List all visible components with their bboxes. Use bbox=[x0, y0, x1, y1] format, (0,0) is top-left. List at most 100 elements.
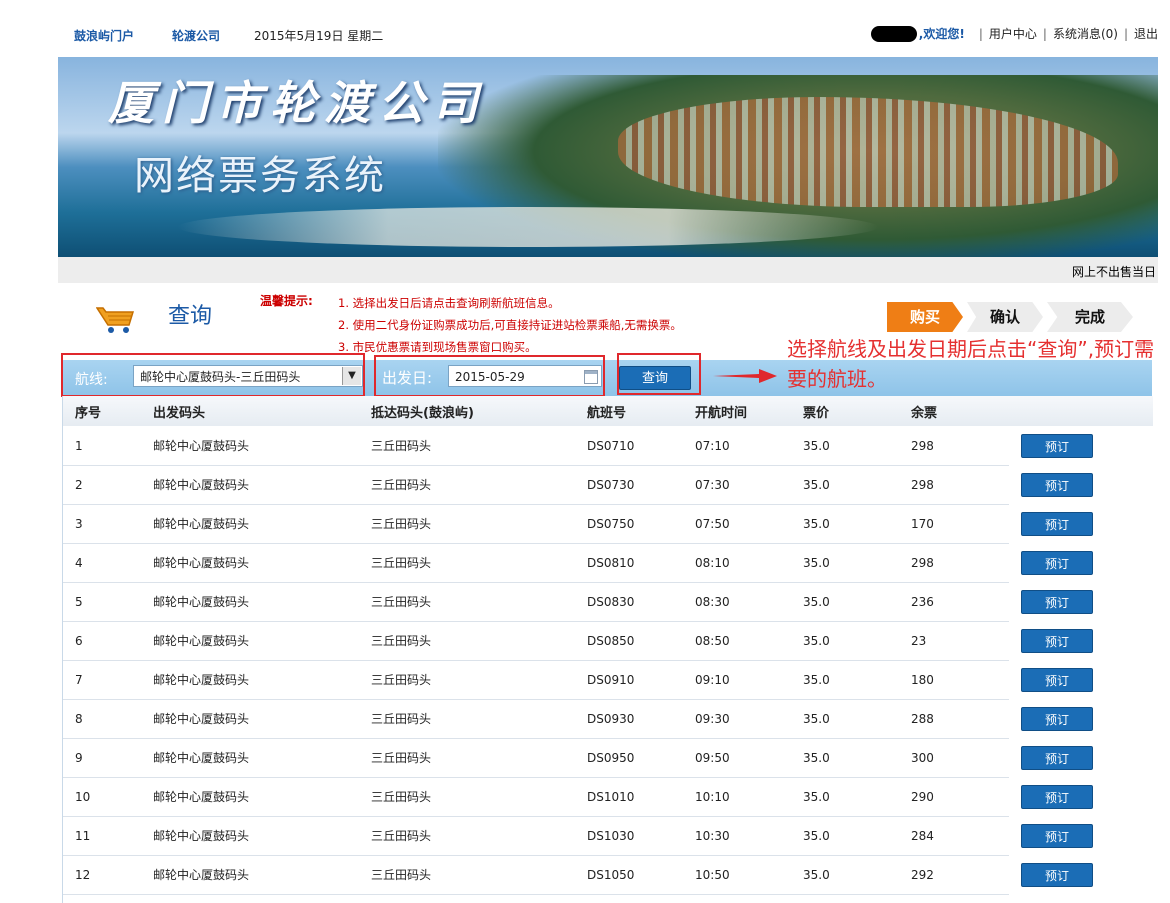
table-row: 5 邮轮中心厦鼓码头 三丘田码头 DS0830 08:30 35.0 236 bbox=[63, 582, 1009, 622]
query-title: 查询 bbox=[168, 304, 213, 329]
cell-index: 1 bbox=[75, 438, 83, 453]
route-select[interactable]: 邮轮中心厦鼓码头-三丘田码头 ▼ bbox=[133, 365, 363, 387]
cell-arrive: 三丘田码头 bbox=[371, 478, 432, 492]
logout-link[interactable]: 退出 bbox=[1134, 25, 1158, 42]
book-button[interactable]: 预订 bbox=[1021, 629, 1093, 653]
cell-index: 12 bbox=[75, 867, 91, 882]
banner-subtitle: 网络票务系统 bbox=[134, 153, 386, 199]
cell-index: 5 bbox=[75, 594, 83, 609]
cell-arrive: 三丘田码头 bbox=[371, 751, 432, 765]
tip-item: 2. 使用二代身份证购票成功后,可直接持证进站检票乘船,无需换票。 bbox=[338, 318, 682, 332]
tips-label: 温馨提示: bbox=[260, 294, 313, 308]
cell-price: 35.0 bbox=[803, 633, 830, 648]
book-button[interactable]: 预订 bbox=[1021, 434, 1093, 458]
arrow-right-icon bbox=[713, 369, 777, 383]
cell-flight: DS0810 bbox=[587, 555, 635, 570]
book-button[interactable]: 预订 bbox=[1021, 824, 1093, 848]
tip-item: 3. 市民优惠票请到现场售票窗口购买。 bbox=[338, 340, 537, 354]
current-date: 2015年5月19日 星期二 bbox=[254, 29, 384, 43]
company-link[interactable]: 轮渡公司 bbox=[172, 27, 220, 44]
cell-index: 3 bbox=[75, 516, 83, 531]
banner-title: 厦门市轮渡公司 bbox=[108, 76, 486, 130]
book-button[interactable]: 预订 bbox=[1021, 863, 1093, 887]
cell-depart: 邮轮中心厦鼓码头 bbox=[153, 790, 250, 804]
cell-remaining: 284 bbox=[911, 828, 934, 843]
cell-index: 4 bbox=[75, 555, 83, 570]
tip-item: 1. 选择出发日后请点击查询刷新航班信息。 bbox=[338, 296, 560, 310]
book-button[interactable]: 预订 bbox=[1021, 512, 1093, 536]
table-header: 序号 出发码头 抵达码头(鼓浪屿) 航班号 开航时间 票价 余票 bbox=[63, 396, 1153, 426]
cell-flight: DS0710 bbox=[587, 438, 635, 453]
book-button[interactable]: 预订 bbox=[1021, 785, 1093, 809]
table-row: 10 邮轮中心厦鼓码头 三丘田码头 DS1010 10:10 35.0 290 bbox=[63, 777, 1009, 817]
date-label: 出发日: bbox=[382, 369, 433, 387]
table-row: 6 邮轮中心厦鼓码头 三丘田码头 DS0850 08:50 35.0 23 bbox=[63, 621, 1009, 661]
cell-time: 09:30 bbox=[695, 711, 730, 726]
cell-depart: 邮轮中心厦鼓码头 bbox=[153, 595, 250, 609]
cell-depart: 邮轮中心厦鼓码头 bbox=[153, 868, 250, 882]
dropdown-arrow-icon[interactable]: ▼ bbox=[342, 367, 361, 385]
cell-time: 10:30 bbox=[695, 828, 730, 843]
cell-time: 07:50 bbox=[695, 516, 730, 531]
step-complete: 完成 bbox=[1047, 302, 1133, 332]
messages-link[interactable]: 系统消息(0) bbox=[1053, 25, 1118, 42]
book-button[interactable]: 预订 bbox=[1021, 746, 1093, 770]
cell-remaining: 288 bbox=[911, 711, 934, 726]
cell-index: 10 bbox=[75, 789, 91, 804]
cell-remaining: 298 bbox=[911, 555, 934, 570]
calendar-icon[interactable] bbox=[584, 370, 598, 384]
cell-flight: DS0910 bbox=[587, 672, 635, 687]
col-header-depart: 出发码头 bbox=[153, 405, 206, 421]
flights-table: 序号 出发码头 抵达码头(鼓浪屿) 航班号 开航时间 票价 余票 1 邮轮中心厦鼓… bbox=[62, 396, 1153, 903]
cell-time: 08:10 bbox=[695, 555, 730, 570]
col-header-flight: 航班号 bbox=[587, 405, 627, 421]
cell-price: 35.0 bbox=[803, 867, 830, 882]
cell-time: 07:30 bbox=[695, 477, 730, 492]
cell-flight: DS0750 bbox=[587, 516, 635, 531]
cell-time: 10:10 bbox=[695, 789, 730, 804]
cell-depart: 邮轮中心厦鼓码头 bbox=[153, 829, 250, 843]
book-button[interactable]: 预订 bbox=[1021, 707, 1093, 731]
tips-list: 1. 选择出发日后请点击查询刷新航班信息。 2. 使用二代身份证购票成功后,可直… bbox=[338, 292, 682, 358]
cell-arrive: 三丘田码头 bbox=[371, 634, 432, 648]
cell-index: 11 bbox=[75, 828, 91, 843]
col-header-price: 票价 bbox=[803, 405, 830, 421]
cell-index: 8 bbox=[75, 711, 83, 726]
book-button[interactable]: 预订 bbox=[1021, 590, 1093, 614]
search-button[interactable]: 查询 bbox=[619, 366, 691, 390]
cell-remaining: 23 bbox=[911, 633, 927, 648]
cell-index: 6 bbox=[75, 633, 83, 648]
portal-link[interactable]: 鼓浪屿门户 bbox=[74, 27, 134, 44]
route-label: 航线: bbox=[75, 372, 108, 388]
table-row: 2 邮轮中心厦鼓码头 三丘田码头 DS0730 07:30 35.0 298 bbox=[63, 465, 1009, 505]
book-button[interactable]: 预订 bbox=[1021, 668, 1093, 692]
date-input[interactable]: 2015-05-29 bbox=[448, 365, 602, 387]
cell-time: 08:30 bbox=[695, 594, 730, 609]
cell-arrive: 三丘田码头 bbox=[371, 673, 432, 687]
book-button[interactable]: 预订 bbox=[1021, 551, 1093, 575]
redacted-username bbox=[870, 25, 917, 42]
cell-price: 35.0 bbox=[803, 711, 830, 726]
notice-text: 网上不出售当日 bbox=[1071, 265, 1156, 279]
cell-flight: DS0930 bbox=[587, 711, 635, 726]
cell-flight: DS0950 bbox=[587, 750, 635, 765]
banner-image: 厦门市轮渡公司 网络票务系统 bbox=[58, 57, 1158, 257]
cell-time: 10:50 bbox=[695, 867, 730, 882]
cell-time: 07:10 bbox=[695, 438, 730, 453]
step-confirm: 确认 bbox=[967, 302, 1043, 332]
step-buy: 购买 bbox=[887, 302, 963, 332]
cell-index: 9 bbox=[75, 750, 83, 765]
user-center-link[interactable]: 用户中心 bbox=[989, 25, 1037, 42]
cell-price: 35.0 bbox=[803, 594, 830, 609]
cell-price: 35.0 bbox=[803, 477, 830, 492]
cell-time: 09:10 bbox=[695, 672, 730, 687]
col-header-remaining: 余票 bbox=[911, 405, 938, 421]
cell-depart: 邮轮中心厦鼓码头 bbox=[153, 712, 250, 726]
annotation-text: 选择航线及出发日期后点击“查询”,预订需要的航班。 bbox=[787, 337, 1155, 391]
cell-remaining: 180 bbox=[911, 672, 934, 687]
cell-index: 2 bbox=[75, 477, 83, 492]
cell-flight: DS0730 bbox=[587, 477, 635, 492]
cell-arrive: 三丘田码头 bbox=[371, 712, 432, 726]
book-button[interactable]: 预订 bbox=[1021, 473, 1093, 497]
cell-flight: DS1010 bbox=[587, 789, 635, 804]
